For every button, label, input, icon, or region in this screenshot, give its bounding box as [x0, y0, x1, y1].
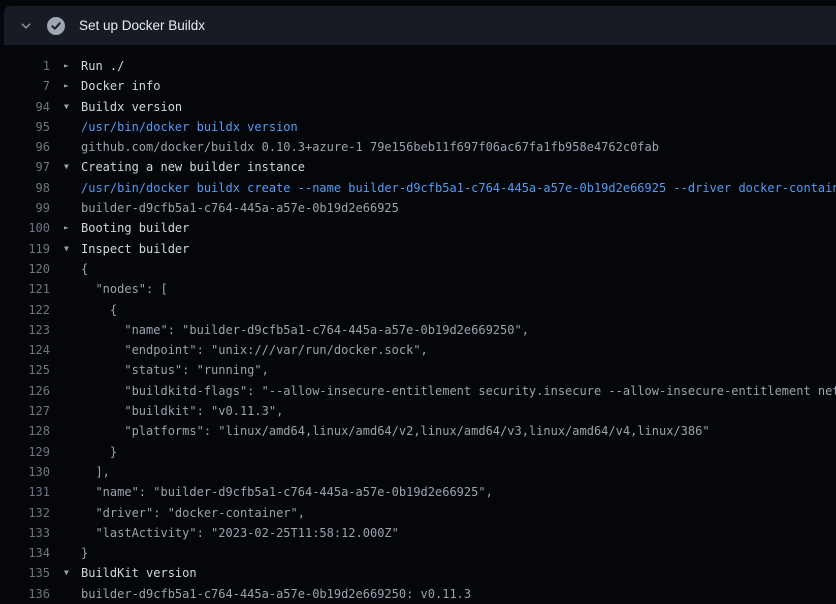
log-line: 124 "endpoint": "unix:///var/run/docker.… [0, 340, 836, 360]
line-number[interactable]: 132 [0, 503, 50, 523]
step-title: Set up Docker Buildx [79, 18, 205, 33]
log-line: 134} [0, 543, 836, 563]
output-text: "endpoint": "unix:///var/run/docker.sock… [81, 340, 836, 360]
line-number[interactable]: 136 [0, 584, 50, 604]
log-line: 126 "buildkitd-flags": "--allow-insecure… [0, 381, 836, 401]
log-line: 133 "lastActivity": "2023-02-25T11:58:12… [0, 523, 836, 543]
log-group-header[interactable]: 1►Run ./ [0, 56, 836, 76]
chevron-down-icon[interactable] [18, 18, 34, 34]
log-group-header[interactable]: 135▼BuildKit version [0, 563, 836, 583]
group-title: Booting builder [81, 218, 836, 238]
collapse-triangle-icon[interactable]: ▼ [50, 239, 81, 259]
line-number[interactable]: 134 [0, 543, 50, 563]
line-number[interactable]: 100 [0, 218, 50, 238]
log-group-header[interactable]: 94▼Buildx version [0, 97, 836, 117]
log-group-header[interactable]: 100►Booting builder [0, 218, 836, 238]
log-line: 122 { [0, 300, 836, 320]
line-number[interactable]: 94 [0, 97, 50, 117]
line-number[interactable]: 120 [0, 259, 50, 279]
group-title: BuildKit version [81, 563, 836, 583]
group-title: Creating a new builder instance [81, 157, 836, 177]
command-text: /usr/bin/docker buildx create --name bui… [81, 178, 836, 198]
line-number[interactable]: 121 [0, 279, 50, 299]
expand-triangle-icon[interactable]: ► [50, 76, 81, 96]
log-line: 98/usr/bin/docker buildx create --name b… [0, 178, 836, 198]
expand-triangle-icon[interactable]: ► [50, 218, 81, 238]
log-line: 96 github.com/docker/buildx 0.10.3+azure-… [0, 137, 836, 157]
log-group-header[interactable]: 97▼Creating a new builder instance [0, 157, 836, 177]
line-number[interactable]: 99 [0, 198, 50, 218]
line-number[interactable]: 122 [0, 300, 50, 320]
output-text: "buildkit": "v0.11.3", [81, 401, 836, 421]
log-line: 129 } [0, 442, 836, 462]
step-header[interactable]: Set up Docker Buildx [4, 6, 836, 45]
log-line: 130 ], [0, 462, 836, 482]
line-number[interactable]: 124 [0, 340, 50, 360]
line-number[interactable]: 1 [0, 56, 50, 76]
line-number[interactable]: 7 [0, 76, 50, 96]
output-text: ], [81, 462, 836, 482]
log-line: 128 "platforms": "linux/amd64,linux/amd6… [0, 421, 836, 441]
line-number[interactable]: 97 [0, 157, 50, 177]
log-line: 121 "nodes": [ [0, 279, 836, 299]
collapse-triangle-icon[interactable]: ▼ [50, 157, 81, 177]
output-text: { [81, 259, 836, 279]
log-line: 127 "buildkit": "v0.11.3", [0, 401, 836, 421]
log-line: 125 "status": "running", [0, 360, 836, 380]
line-number[interactable]: 98 [0, 178, 50, 198]
group-title: Inspect builder [81, 239, 836, 259]
group-title: Run ./ [81, 56, 836, 76]
group-title: Docker info [81, 76, 836, 96]
line-number[interactable]: 129 [0, 442, 50, 462]
line-number[interactable]: 123 [0, 320, 50, 340]
output-text: "nodes": [ [81, 279, 836, 299]
output-text: "name": "builder-d9cfb5a1-c764-445a-a57e… [81, 482, 836, 502]
output-text: { [81, 300, 836, 320]
output-text: "name": "builder-d9cfb5a1-c764-445a-a57e… [81, 320, 836, 340]
line-number[interactable]: 125 [0, 360, 50, 380]
log-group-header[interactable]: 7►Docker info [0, 76, 836, 96]
log-line: 132 "driver": "docker-container", [0, 503, 836, 523]
output-text: "driver": "docker-container", [81, 503, 836, 523]
collapse-triangle-icon[interactable]: ▼ [50, 563, 81, 583]
line-number[interactable]: 133 [0, 523, 50, 543]
line-number[interactable]: 127 [0, 401, 50, 421]
output-text: github.com/docker/buildx 0.10.3+azure-1 … [81, 137, 836, 157]
collapse-triangle-icon[interactable]: ▼ [50, 97, 81, 117]
output-text: builder-d9cfb5a1-c764-445a-a57e-0b19d2e6… [81, 584, 836, 604]
command-text: /usr/bin/docker buildx version [81, 117, 836, 137]
log-line: 131 "name": "builder-d9cfb5a1-c764-445a-… [0, 482, 836, 502]
group-title: Buildx version [81, 97, 836, 117]
line-number[interactable]: 126 [0, 381, 50, 401]
actions-log-viewer: Set up Docker Buildx 1►Run ./7►Docker in… [0, 0, 836, 604]
line-number[interactable]: 95 [0, 117, 50, 137]
output-text: "status": "running", [81, 360, 836, 380]
output-text: "platforms": "linux/amd64,linux/amd64/v2… [81, 421, 836, 441]
log-line: 136 builder-d9cfb5a1-c764-445a-a57e-0b19d… [0, 584, 836, 604]
line-number[interactable]: 128 [0, 421, 50, 441]
output-text: "lastActivity": "2023-02-25T11:58:12.000… [81, 523, 836, 543]
output-text: "buildkitd-flags": "--allow-insecure-ent… [81, 381, 836, 401]
line-number[interactable]: 135 [0, 563, 50, 583]
output-text: builder-d9cfb5a1-c764-445a-a57e-0b19d2e6… [81, 198, 836, 218]
output-text: } [81, 543, 836, 563]
log-output: 1►Run ./7►Docker info94▼Buildx version95… [0, 45, 836, 604]
line-number[interactable]: 119 [0, 239, 50, 259]
check-circle-icon [47, 17, 65, 35]
log-line: 99 builder-d9cfb5a1-c764-445a-a57e-0b19d2… [0, 198, 836, 218]
log-line: 120 { [0, 259, 836, 279]
line-number[interactable]: 131 [0, 482, 50, 502]
log-line: 95/usr/bin/docker buildx version [0, 117, 836, 137]
expand-triangle-icon[interactable]: ► [50, 56, 81, 76]
log-line: 123 "name": "builder-d9cfb5a1-c764-445a-… [0, 320, 836, 340]
line-number[interactable]: 130 [0, 462, 50, 482]
log-group-header[interactable]: 119▼Inspect builder [0, 239, 836, 259]
output-text: } [81, 442, 836, 462]
line-number[interactable]: 96 [0, 137, 50, 157]
